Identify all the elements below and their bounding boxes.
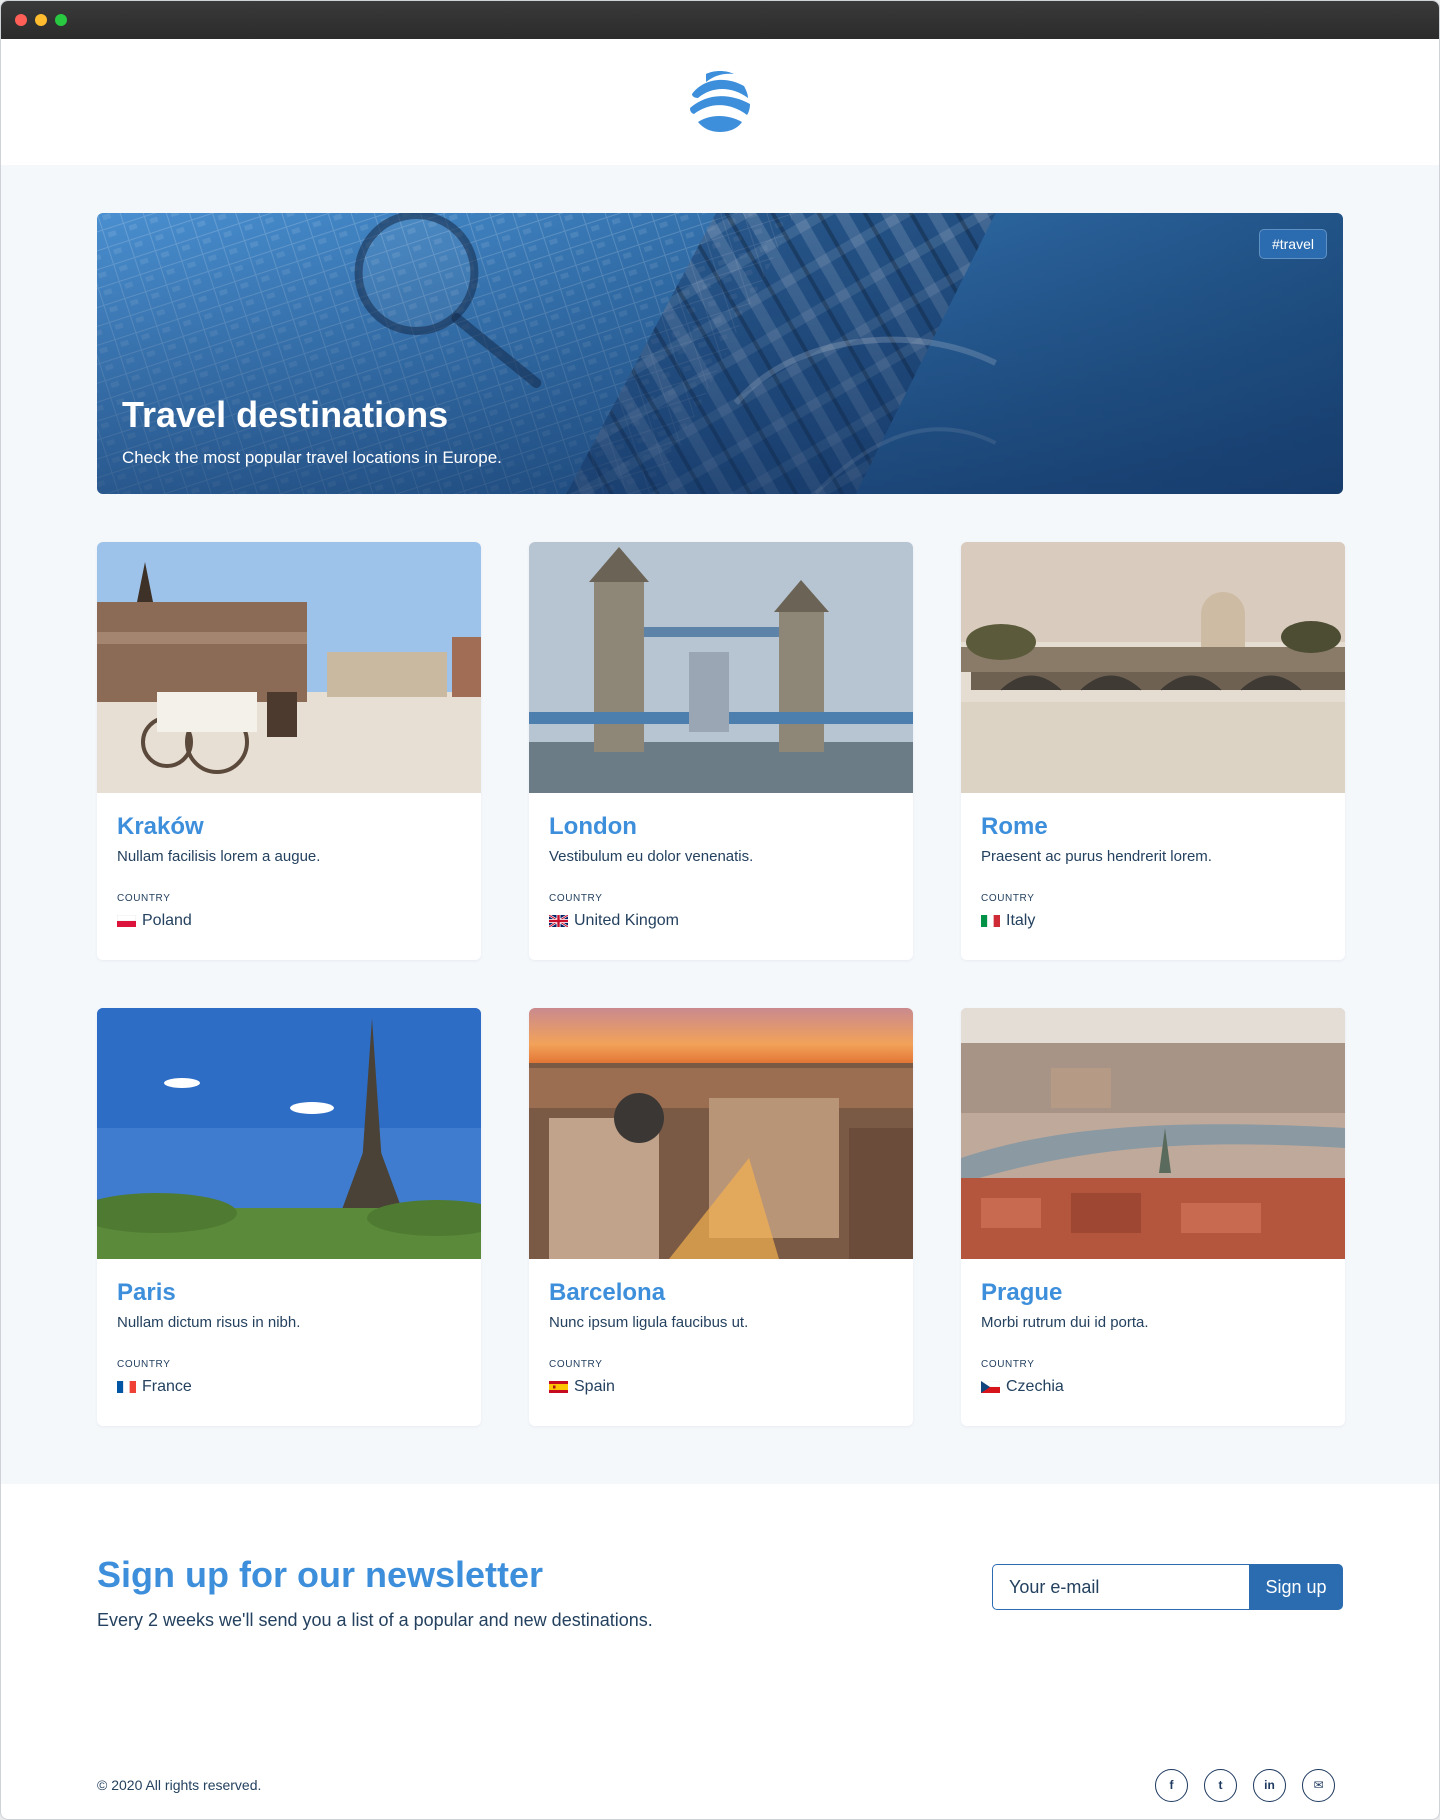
- sign-up-button[interactable]: Sign up: [1249, 1564, 1343, 1610]
- hashtag-badge[interactable]: #travel: [1258, 229, 1327, 259]
- newsletter-title: Sign up for our newsletter: [97, 1554, 544, 1595]
- newsletter-form: Sign up: [992, 1564, 1343, 1610]
- hero-banner: #travel Travel destinations Check the mo…: [97, 213, 1343, 494]
- minimize-window-button[interactable]: [35, 14, 47, 26]
- country-name: Spain: [574, 1378, 615, 1395]
- country: Poland: [117, 912, 461, 930]
- card-description: Praesent ac purus hendrerit lorem.: [981, 848, 1212, 865]
- hero-title: Travel destinations: [122, 394, 449, 435]
- card-description: Nunc ipsum ligula faucibus ut.: [549, 1314, 749, 1331]
- card-description: Nullam dictum risus in nibh.: [117, 1314, 301, 1331]
- card-title[interactable]: London: [549, 813, 893, 841]
- krakow-photo: [97, 542, 481, 793]
- london-photo: [529, 542, 913, 793]
- rome-photo: [961, 542, 1345, 793]
- card-description: Vestibulum eu dolor venenatis.: [549, 848, 754, 865]
- country-name: France: [142, 1378, 192, 1395]
- italy-flag-icon: [981, 915, 1000, 927]
- country: France: [117, 1378, 461, 1396]
- barcelona-photo: [529, 1008, 913, 1259]
- country: Czechia: [981, 1378, 1325, 1396]
- paris-photo: [97, 1008, 481, 1259]
- poland-flag-icon: [117, 915, 136, 927]
- prague-photo: [961, 1008, 1345, 1259]
- destination-card-london[interactable]: London Vestibulum eu dolor venenatis. CO…: [529, 542, 913, 960]
- card-title[interactable]: Rome: [981, 813, 1325, 841]
- country-label: COUNTRY: [117, 893, 171, 904]
- twitter-icon[interactable]: t: [1204, 1768, 1237, 1802]
- email-input[interactable]: [992, 1564, 1249, 1610]
- window-titlebar: [1, 1, 1439, 39]
- spain-flag-icon: [549, 1381, 568, 1393]
- destination-card-rome[interactable]: Rome Praesent ac purus hendrerit lorem. …: [961, 542, 1345, 960]
- destination-card-paris[interactable]: Paris Nullam dictum risus in nibh. COUNT…: [97, 1008, 481, 1426]
- country-label: COUNTRY: [981, 893, 1035, 904]
- site-header: [1, 39, 1439, 165]
- destination-card-krakow[interactable]: Kraków Nullam facilisis lorem a augue. C…: [97, 542, 481, 960]
- card-title[interactable]: Barcelona: [549, 1279, 893, 1307]
- wave-globe-icon[interactable]: [682, 64, 758, 140]
- destination-card-barcelona[interactable]: Barcelona Nunc ipsum ligula faucibus ut.…: [529, 1008, 913, 1426]
- destination-card-prague[interactable]: Prague Morbi rutrum dui id porta. COUNTR…: [961, 1008, 1345, 1426]
- country-name: Czechia: [1006, 1378, 1064, 1395]
- country-name: Italy: [1006, 912, 1036, 929]
- card-title[interactable]: Prague: [981, 1279, 1325, 1307]
- card-title[interactable]: Kraków: [117, 813, 461, 841]
- newsletter-section: Sign up for our newsletter Every 2 weeks…: [1, 1484, 1439, 1730]
- email-icon[interactable]: ✉: [1302, 1768, 1335, 1802]
- czechia-flag-icon: [981, 1381, 1000, 1393]
- card-description: Morbi rutrum dui id porta.: [981, 1314, 1149, 1331]
- copyright: © 2020 All rights reserved.: [97, 1777, 262, 1793]
- country: United Kingom: [549, 912, 893, 930]
- maximize-window-button[interactable]: [55, 14, 67, 26]
- main-content: #travel Travel destinations Check the mo…: [1, 165, 1439, 1484]
- card-title[interactable]: Paris: [117, 1279, 461, 1307]
- site-footer: © 2020 All rights reserved. f t in ✉: [1, 1730, 1439, 1819]
- country: Italy: [981, 912, 1325, 930]
- country: Spain: [549, 1378, 893, 1396]
- newsletter-subtitle: Every 2 weeks we'll send you a list of a…: [97, 1610, 653, 1630]
- destination-grid: Kraków Nullam facilisis lorem a augue. C…: [97, 542, 1345, 1426]
- facebook-icon[interactable]: f: [1155, 1768, 1188, 1802]
- country-label: COUNTRY: [117, 1359, 171, 1370]
- country-label: COUNTRY: [981, 1359, 1035, 1370]
- card-description: Nullam facilisis lorem a augue.: [117, 848, 321, 865]
- united-kingdom-flag-icon: [549, 915, 568, 927]
- browser-window: #travel Travel destinations Check the mo…: [0, 0, 1440, 1820]
- close-window-button[interactable]: [15, 14, 27, 26]
- country-name: United Kingom: [574, 912, 679, 929]
- hero-subtitle: Check the most popular travel locations …: [122, 448, 502, 467]
- france-flag-icon: [117, 1381, 136, 1393]
- country-label: COUNTRY: [549, 1359, 603, 1370]
- linkedin-icon[interactable]: in: [1253, 1768, 1286, 1802]
- country-name: Poland: [142, 912, 192, 929]
- country-label: COUNTRY: [549, 893, 603, 904]
- social-links: f t in ✉: [1155, 1768, 1343, 1802]
